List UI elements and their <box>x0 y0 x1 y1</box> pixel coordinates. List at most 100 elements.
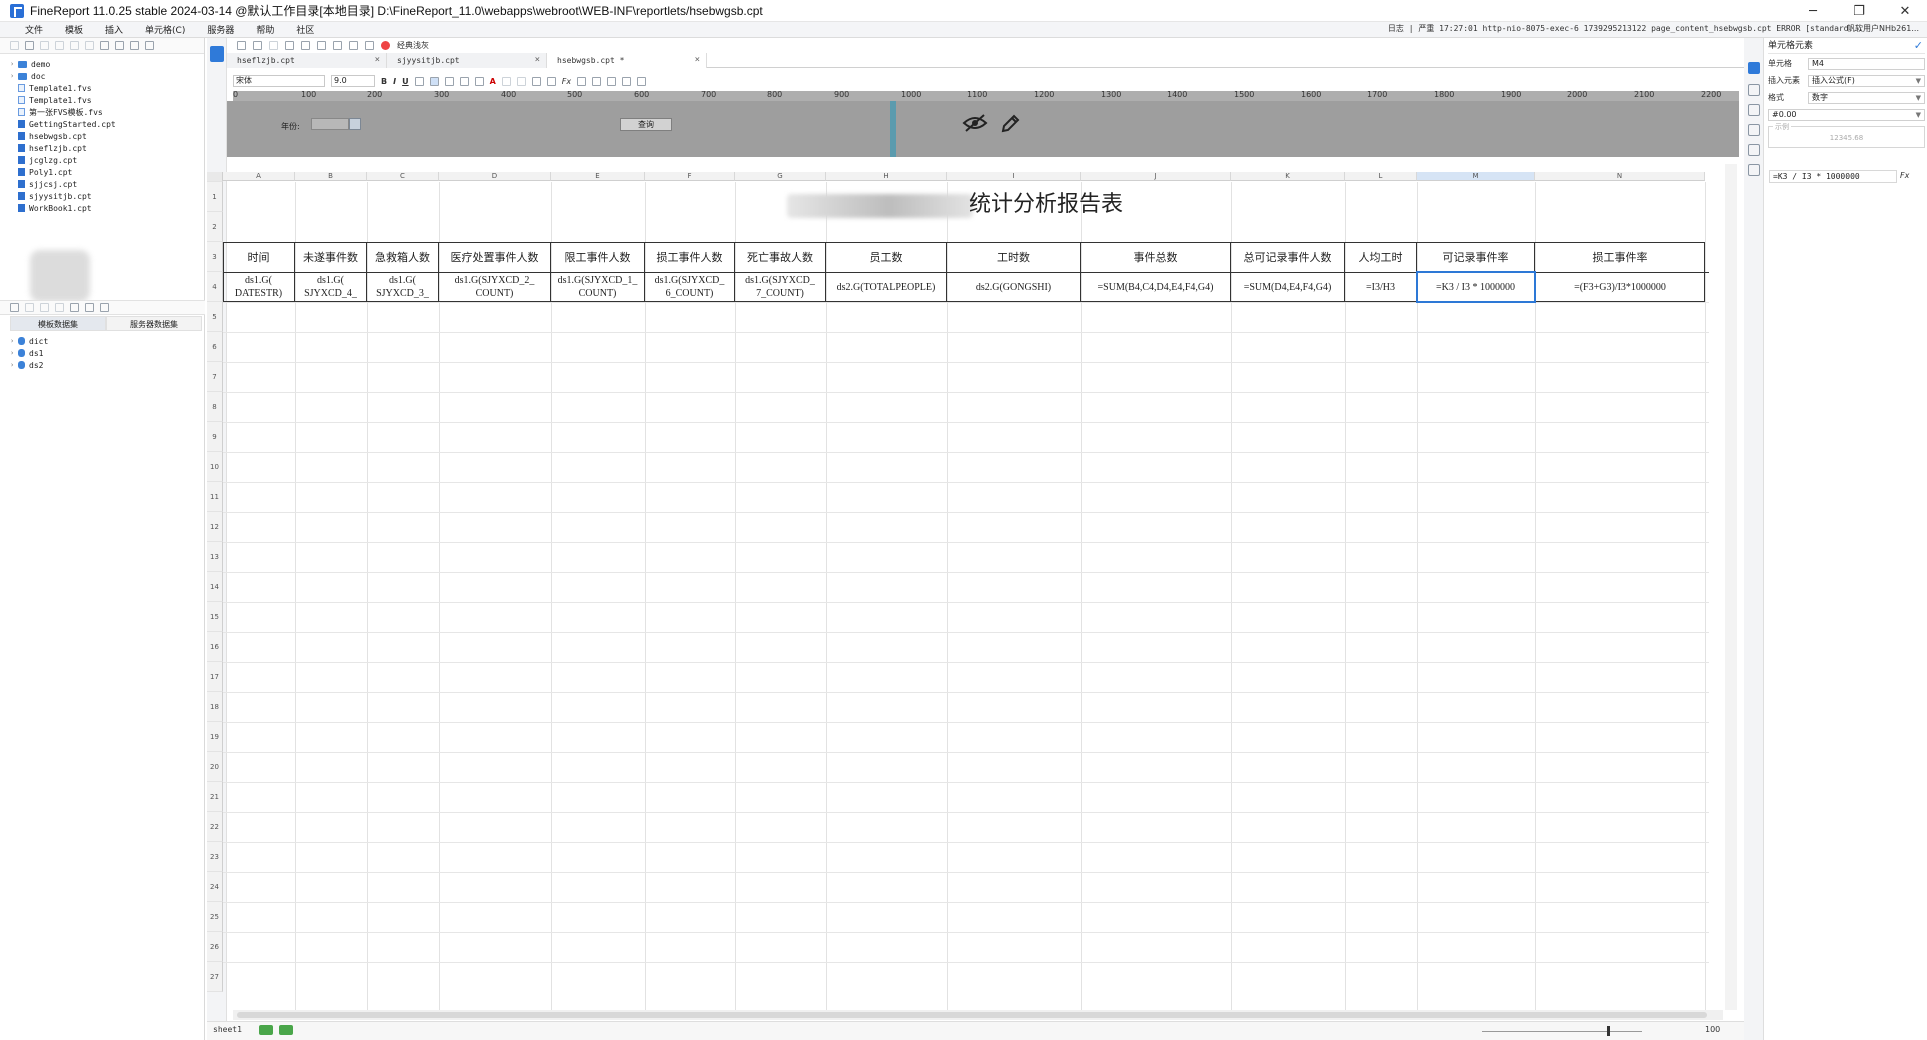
header-cell[interactable]: 可记录事件率 <box>1417 242 1535 272</box>
header-cell[interactable]: 人均工时 <box>1345 242 1417 272</box>
close-button[interactable]: ✕ <box>1882 0 1927 22</box>
stored-procedure-icon[interactable] <box>85 303 94 312</box>
tree-item-file[interactable]: 第一张FVS模板.fvs <box>10 106 204 118</box>
formula-cell[interactable]: ds1.G(DATESTR) <box>223 272 295 302</box>
menu-help[interactable]: 帮助 <box>245 23 285 36</box>
font-color-icon[interactable]: A <box>490 77 496 86</box>
formula-cell[interactable]: ds1.G(SJYXCD_3_ <box>367 272 439 302</box>
query-button[interactable]: 查询 <box>620 118 672 131</box>
menu-community[interactable]: 社区 <box>285 23 325 36</box>
cell-attribute-icon[interactable] <box>1748 84 1760 96</box>
tab-template-datasets[interactable]: 模板数据集 <box>10 316 106 331</box>
delete-dataset-icon[interactable] <box>40 303 49 312</box>
template-params-icon[interactable] <box>349 40 358 50</box>
user-account[interactable]: 帆软用户NHb261... <box>1847 23 1919 34</box>
tree-item-file[interactable]: Poly1.cpt <box>10 166 204 178</box>
record-icon[interactable] <box>381 40 390 50</box>
row-header[interactable]: 13 <box>207 542 223 572</box>
undo-icon[interactable] <box>253 40 262 50</box>
insert-element-select[interactable]: 插入公式(F) ▼ <box>1808 74 1925 87</box>
column-header[interactable]: G <box>735 172 826 181</box>
row-header[interactable]: 22 <box>207 812 223 842</box>
menu-insert[interactable]: 插入 <box>94 23 134 36</box>
tab-sjyysitjb[interactable]: sjyysitjb.cpt × <box>387 53 547 68</box>
header-cell[interactable]: 损工事件率 <box>1535 242 1705 272</box>
horizontal-scrollbar[interactable] <box>233 1010 1723 1020</box>
row-header[interactable]: 11 <box>207 482 223 512</box>
menu-file[interactable]: 文件 <box>14 23 54 36</box>
classic-theme-button[interactable]: 经典浅灰 <box>397 40 429 51</box>
cell-name-field[interactable]: M4 <box>1808 57 1925 70</box>
paste-icon[interactable] <box>317 40 326 50</box>
formula-cell[interactable]: ds1.G(SJYXCD_ 7_COUNT) <box>735 272 826 302</box>
header-cell[interactable]: 总可记录事件人数 <box>1231 242 1345 272</box>
format-select[interactable]: 数字 ▼ <box>1808 91 1925 104</box>
row-header[interactable]: 10 <box>207 452 223 482</box>
tree-item-file[interactable]: jcglzg.cpt <box>10 154 204 166</box>
close-tab-icon[interactable]: × <box>375 53 380 68</box>
column-header[interactable]: J <box>1081 172 1231 181</box>
row-header[interactable]: 15 <box>207 602 223 632</box>
tree-item-file[interactable]: WorkBook1.cpt <box>10 202 204 214</box>
report-title[interactable]: 统计分析报告表 <box>969 186 1123 216</box>
tree-item-demo[interactable]: › demo <box>10 58 204 70</box>
underline-button[interactable]: U <box>402 77 409 86</box>
fill-color-icon[interactable] <box>474 76 484 86</box>
panel-resize-handle[interactable] <box>890 101 896 157</box>
row-header[interactable]: 1 <box>207 182 223 212</box>
delete-icon[interactable] <box>100 41 109 50</box>
edit-dataset-icon[interactable] <box>25 303 34 312</box>
row-header[interactable]: 7 <box>207 362 223 392</box>
add-sheet-icon[interactable] <box>259 1025 273 1035</box>
align-right-icon[interactable] <box>444 76 454 86</box>
insert-chart-icon[interactable] <box>577 76 587 86</box>
tree-item-file[interactable]: sjjcsj.cpt <box>10 178 204 190</box>
format-painter-icon[interactable] <box>333 40 342 50</box>
column-header[interactable]: N <box>1535 172 1705 181</box>
formula-cell[interactable]: =(F3+G3)/I3*1000000 <box>1535 272 1705 302</box>
number-pattern-select[interactable]: #0.00 ▼ <box>1768 108 1925 121</box>
locate-icon[interactable] <box>115 41 124 50</box>
row-header[interactable]: 24 <box>207 872 223 902</box>
widget-icon[interactable] <box>1748 104 1760 116</box>
column-header[interactable]: A <box>223 172 295 181</box>
column-header[interactable]: F <box>645 172 735 181</box>
template-icon[interactable] <box>210 46 224 62</box>
formula-cell[interactable]: ds2.G(TOTALPEOPLE) <box>826 272 947 302</box>
sheet-tab[interactable]: sheet1 <box>213 1025 242 1034</box>
align-center-icon[interactable] <box>429 76 439 86</box>
column-header[interactable]: M <box>1417 172 1535 181</box>
log-status[interactable]: 日志 | 严重 17:27:01 http-nio-8075-exec-6 17… <box>1388 23 1863 34</box>
hyperlink-icon[interactable] <box>1748 144 1760 156</box>
refresh-icon[interactable] <box>25 41 34 50</box>
parameter-panel[interactable]: 年份: 查询 <box>227 101 1739 157</box>
spreadsheet-grid[interactable]: A B C D E F G H I J K L M N 1 2 3 4 5 6 … <box>207 164 1709 1010</box>
row-header[interactable]: 19 <box>207 722 223 752</box>
tree-item-file[interactable]: hseflzjb.cpt <box>10 142 204 154</box>
column-header[interactable]: K <box>1231 172 1345 181</box>
column-header[interactable]: C <box>367 172 439 181</box>
insert-image-icon[interactable] <box>592 76 602 86</box>
header-cell[interactable]: 未遂事件数 <box>295 242 367 272</box>
link-icon[interactable] <box>1748 164 1760 176</box>
formula-cell[interactable]: ds1.G(SJYXCD_ 6_COUNT) <box>645 272 735 302</box>
insert-text-icon[interactable] <box>531 76 541 86</box>
rename-icon[interactable] <box>85 41 94 50</box>
insert-subreport-icon[interactable] <box>622 76 632 86</box>
tree-item-file[interactable]: GettingStarted.cpt <box>10 118 204 130</box>
header-cell[interactable]: 事件总数 <box>1081 242 1231 272</box>
tree-item-file[interactable]: hsebwgsb.cpt <box>10 130 204 142</box>
vertical-scrollbar[interactable] <box>1725 164 1737 1010</box>
restore-button[interactable]: ❐ <box>1836 0 1882 22</box>
header-cell[interactable]: 员工数 <box>826 242 947 272</box>
tree-item-file[interactable]: sjyysitjb.cpt <box>10 190 204 202</box>
save-icon[interactable] <box>237 40 246 50</box>
cell-element-icon[interactable] <box>1748 62 1760 74</box>
add-dataset-icon[interactable] <box>10 303 19 312</box>
floating-element-icon[interactable] <box>637 76 647 86</box>
preview-dataset-icon[interactable] <box>55 303 64 312</box>
dataset-item[interactable]: › ds1 <box>10 347 48 359</box>
cut-icon[interactable] <box>285 40 294 50</box>
year-input[interactable] <box>311 118 349 130</box>
formula-cell[interactable]: ds1.G(SJYXCD_1_ COUNT) <box>551 272 645 302</box>
